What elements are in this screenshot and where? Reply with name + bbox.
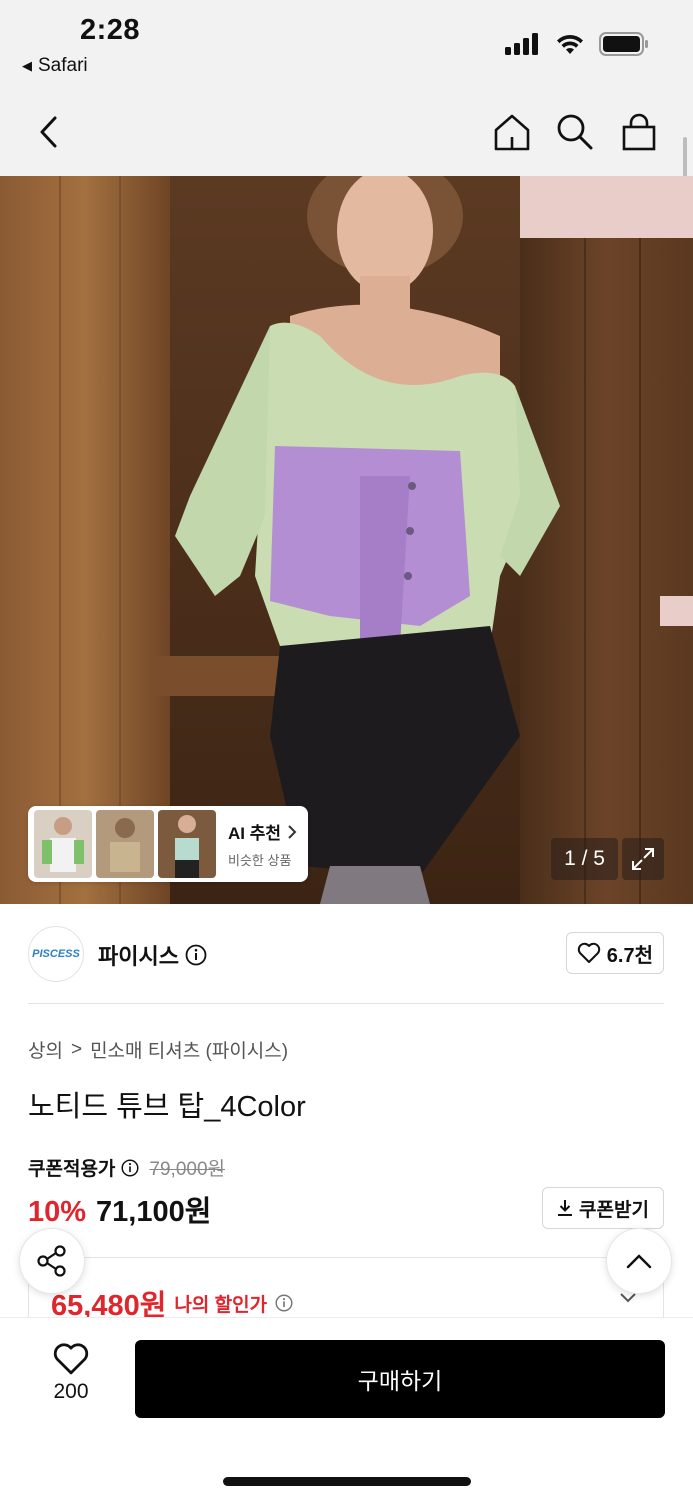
home-icon — [494, 114, 530, 151]
home-button[interactable] — [488, 108, 536, 156]
search-button[interactable] — [551, 108, 599, 156]
brand-like-count: 6.7천 — [606, 944, 653, 967]
brand-logo[interactable]: PISCESS — [28, 926, 84, 982]
product-like-count: 200 — [53, 1380, 89, 1403]
wifi-icon — [557, 34, 583, 54]
download-icon — [558, 1200, 573, 1216]
status-time: 2:28 — [80, 14, 141, 46]
chevron-right-icon — [288, 824, 297, 839]
bottom-action-bar: 200 구매하기 — [0, 1317, 693, 1500]
original-price: 79,000원 — [149, 1159, 225, 1180]
ai-title-label: AI 추천 — [228, 824, 282, 843]
back-triangle-icon: ◀ — [22, 58, 32, 73]
chevron-down-icon[interactable] — [619, 1292, 637, 1304]
ai-recommend-title: AI 추천 — [228, 819, 297, 844]
search-icon — [557, 114, 593, 150]
product-image-carousel[interactable]: AI 추천 비슷한 상품 1 / 5 — [0, 176, 693, 904]
heart-icon — [577, 942, 600, 963]
back-button[interactable] — [26, 108, 74, 156]
back-app-label: Safari — [38, 55, 88, 76]
battery-icon — [599, 32, 648, 56]
top-nav — [0, 90, 693, 176]
breadcrumb-category[interactable]: 상의 — [28, 1036, 63, 1063]
info-icon[interactable] — [275, 1294, 293, 1312]
shopping-bag-icon — [622, 113, 656, 151]
image-pager: 1 / 5 — [551, 838, 618, 880]
chevron-up-icon — [626, 1254, 652, 1269]
breadcrumb-separator: > — [70, 1038, 83, 1060]
scroll-to-top-button[interactable] — [606, 1228, 672, 1294]
ai-thumbnail-3[interactable] — [158, 810, 216, 878]
chevron-left-icon — [40, 116, 57, 148]
my-price-label: 나의 할인가 — [174, 1294, 268, 1316]
ai-recommend-text: AI 추천 비슷한 상품 — [228, 819, 297, 869]
brand-row: PISCESS 파이시스 6.7천 — [28, 926, 664, 982]
expand-icon — [632, 848, 654, 870]
price-row: 10% 71,100원 — [28, 1188, 211, 1230]
divider — [28, 1003, 664, 1004]
download-coupon-button[interactable]: 쿠폰받기 — [542, 1187, 664, 1229]
coupon-price-label-row: 쿠폰적용가 79,000원 — [28, 1154, 225, 1181]
ai-thumbnail-1[interactable] — [34, 810, 92, 878]
breadcrumb: 상의 > 민소매 티셔츠 (파이시스) — [28, 1036, 288, 1063]
breadcrumb-subcategory[interactable]: 민소매 티셔츠 (파이시스) — [90, 1036, 288, 1063]
sale-price: 71,100원 — [96, 1196, 212, 1228]
share-button[interactable] — [19, 1228, 85, 1294]
signal-icon — [505, 33, 538, 55]
product-title: 노티드 튜브 탑_4Color — [28, 1091, 306, 1123]
expand-image-button[interactable] — [622, 838, 664, 880]
product-photo — [0, 176, 693, 904]
discount-rate: 10% — [28, 1196, 87, 1228]
home-indicator[interactable] — [223, 1477, 471, 1486]
brand-name: 파이시스 — [98, 944, 179, 969]
status-bar: 2:28 ◀ Safari — [0, 0, 693, 90]
cart-button[interactable] — [615, 108, 663, 156]
ai-recommend-subtitle: 비슷한 상품 — [228, 853, 292, 868]
ai-recommend-card[interactable]: AI 추천 비슷한 상품 — [28, 806, 308, 882]
coupon-button-label: 쿠폰받기 — [579, 1199, 649, 1221]
brand-like-button[interactable]: 6.7천 — [565, 932, 664, 974]
back-to-safari[interactable]: ◀ Safari — [22, 55, 88, 77]
buy-button[interactable]: 구매하기 — [135, 1340, 665, 1418]
info-icon[interactable] — [121, 1158, 139, 1177]
status-icons — [505, 32, 649, 56]
coupon-price-label: 쿠폰적용가 — [28, 1159, 116, 1180]
share-icon — [37, 1245, 66, 1277]
info-icon[interactable] — [185, 944, 207, 966]
brand-name-link[interactable]: 파이시스 — [98, 939, 207, 971]
product-like-button[interactable]: 200 — [36, 1342, 106, 1404]
ai-thumbnail-2[interactable] — [96, 810, 154, 878]
heart-icon — [53, 1343, 89, 1375]
